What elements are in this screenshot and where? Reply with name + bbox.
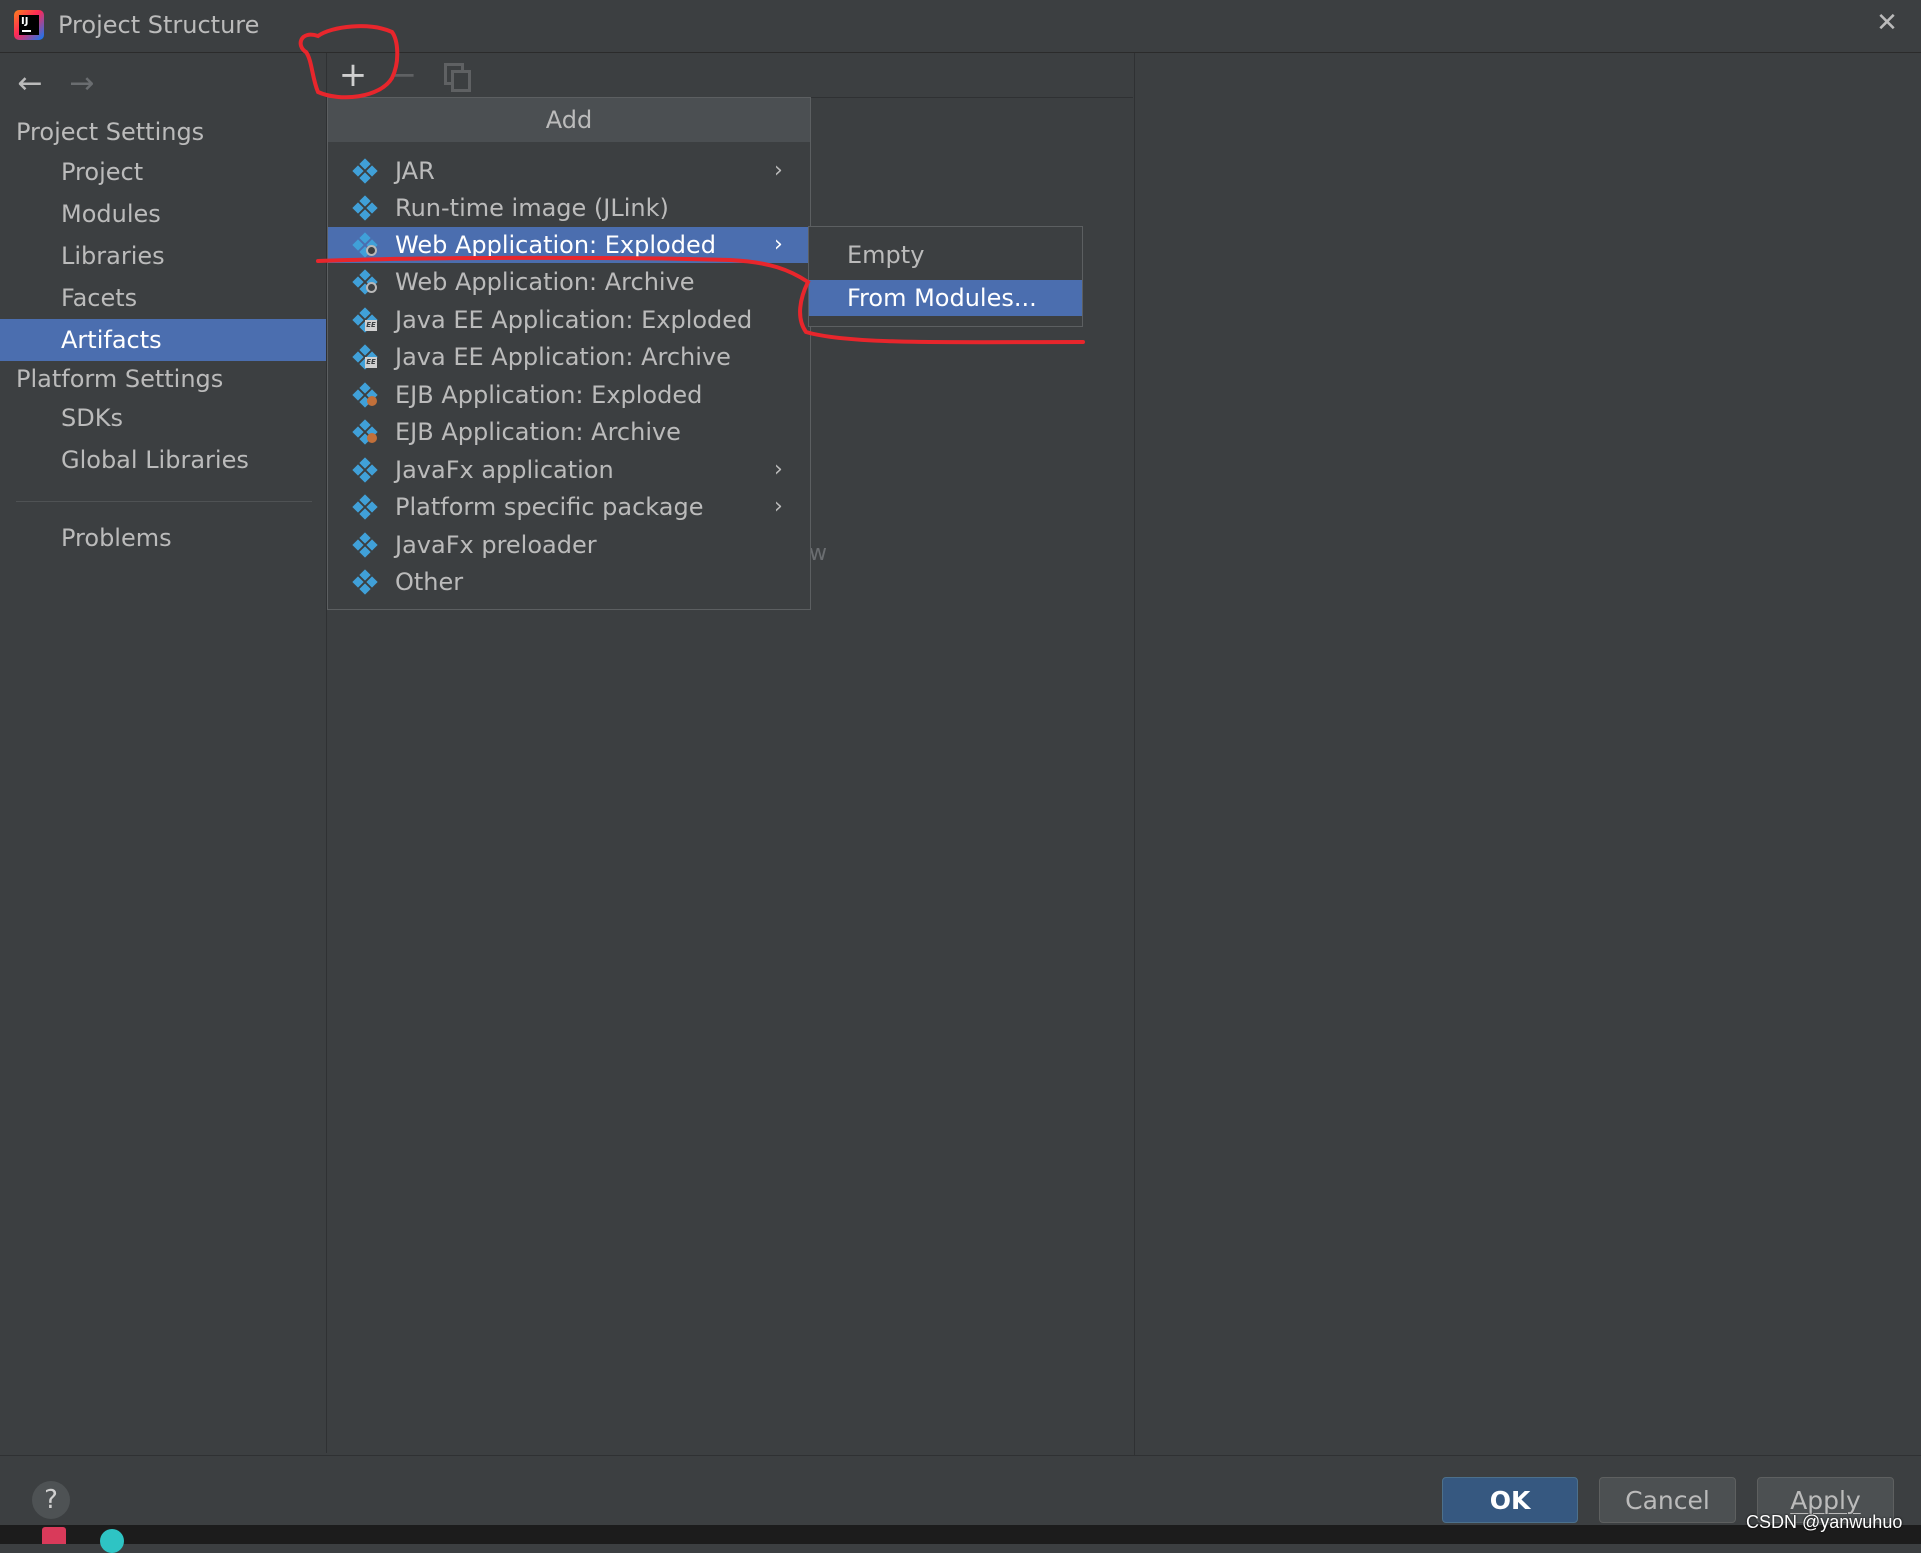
forward-arrow-icon[interactable]: → [64,66,100,102]
artifact-icon [352,457,378,483]
web-app-exploded-submenu: Empty From Modules... [808,226,1083,327]
help-icon[interactable]: ? [32,1481,70,1519]
sidebar-item-project[interactable]: Project [0,151,326,193]
menu-item-javaee-archive[interactable]: EE Java EE Application: Archive [328,339,810,375]
browser-taskbar-icon[interactable] [100,1529,124,1553]
artifact-icon [352,532,378,558]
sidebar-item-label: SDKs [61,404,123,432]
apply-label: Apply [1790,1486,1861,1515]
menu-item-label: Web Application: Exploded [395,231,716,259]
chevron-right-icon: › [774,457,783,482]
dialog-footer: ? OK Cancel Apply [0,1455,1921,1526]
details-panel [1134,53,1921,1455]
menu-item-ejb-archive[interactable]: EJB Application: Archive [328,414,810,450]
sidebar-item-label: Modules [61,200,161,228]
chevron-right-icon: › [774,232,783,257]
menu-item-platform-package[interactable]: Platform specific package › [328,489,810,525]
window-title: Project Structure [58,11,260,39]
menu-item-label: Java EE Application: Archive [395,343,731,371]
menu-item-label: Web Application: Archive [395,268,695,296]
menu-item-other[interactable]: Other [328,564,810,600]
menu-item-web-app-exploded[interactable]: Web Application: Exploded › [328,227,810,263]
app-icon-label: IJ [21,16,29,27]
submenu-item-empty[interactable]: Empty [809,237,1082,273]
chevron-right-icon: › [774,494,783,519]
menu-item-javafx-preloader[interactable]: JavaFx preloader [328,527,810,563]
sidebar-item-label: Global Libraries [61,446,249,474]
project-settings-header: Project Settings [16,118,205,146]
web-artifact-icon [352,232,378,258]
sidebar-item-modules[interactable]: Modules [0,193,326,235]
sidebar-item-facets[interactable]: Facets [0,277,326,319]
intellij-logo-icon: IJ [14,10,44,40]
menu-item-javafx-application[interactable]: JavaFx application › [328,452,810,488]
sidebar-divider [16,501,312,502]
menu-item-label: Other [395,568,464,596]
sidebar-item-artifacts[interactable]: Artifacts [0,319,326,361]
copy-icon[interactable] [444,63,471,92]
sidebar-item-sdks[interactable]: SDKs [0,397,326,439]
cancel-button[interactable]: Cancel [1599,1477,1736,1523]
menu-item-label: Java EE Application: Exploded [395,306,753,334]
menu-item-label: EJB Application: Archive [395,418,681,446]
title-bar: IJ Project Structure ✕ [0,0,1921,53]
remove-icon[interactable]: − [385,57,421,93]
sidebar-item-label: Facets [61,284,138,312]
close-icon[interactable]: ✕ [1872,8,1902,38]
submenu-item-label: From Modules... [847,284,1037,312]
ejb-artifact-icon [352,382,378,408]
menu-item-javaee-exploded[interactable]: EE Java EE Application: Exploded [328,302,810,338]
javaee-artifact-icon: EE [352,307,378,333]
artifact-icon [352,569,378,595]
submenu-item-from-modules[interactable]: From Modules... [809,280,1082,316]
add-icon[interactable]: + [335,57,371,93]
menu-item-label: JavaFx application [395,456,614,484]
menu-item-web-app-archive[interactable]: Web Application: Archive [328,264,810,300]
menu-item-ejb-exploded[interactable]: EJB Application: Exploded [328,377,810,413]
artifact-icon [352,158,378,184]
platform-settings-header: Platform Settings [16,365,224,393]
sidebar-item-problems[interactable]: Problems [0,517,326,559]
sidebar-item-label: Problems [61,524,172,552]
os-taskbar [0,1525,1921,1553]
sidebar-item-global-libraries[interactable]: Global Libraries [0,439,326,481]
menu-item-label: JavaFx preloader [395,531,597,559]
add-artifact-menu: Add JAR › Run-time image (JLink) Web App… [327,97,811,610]
empty-panel-hint: w [809,541,827,566]
web-artifact-icon [352,269,378,295]
javaee-artifact-icon: EE [352,344,378,370]
artifacts-toolbar: + − [327,53,1133,98]
menu-item-label: JAR [395,157,435,185]
menu-item-label: EJB Application: Exploded [395,381,703,409]
chevron-right-icon: › [774,158,783,183]
sidebar-item-label: Project [61,158,144,186]
menu-item-label: Run-time image (JLink) [395,194,669,222]
artifact-icon [352,494,378,520]
artifact-icon [352,195,378,221]
menu-item-jar[interactable]: JAR › [328,153,810,189]
sidebar-item-label: Libraries [61,242,165,270]
intellij-taskbar-icon[interactable] [42,1527,66,1544]
menu-item-label: Platform specific package [395,493,704,521]
sidebar-item-libraries[interactable]: Libraries [0,235,326,277]
back-arrow-icon[interactable]: ← [12,66,48,102]
submenu-item-label: Empty [847,241,925,269]
sidebar: ← → Project Settings Project Modules Lib… [0,53,327,1453]
watermark-text: CSDN @yanwuhuo [1746,1512,1903,1532]
menu-item-runtime-image[interactable]: Run-time image (JLink) [328,190,810,226]
ejb-artifact-icon [352,419,378,445]
menu-header: Add [328,98,810,142]
ok-button[interactable]: OK [1442,1477,1578,1523]
sidebar-item-label: Artifacts [61,326,162,354]
